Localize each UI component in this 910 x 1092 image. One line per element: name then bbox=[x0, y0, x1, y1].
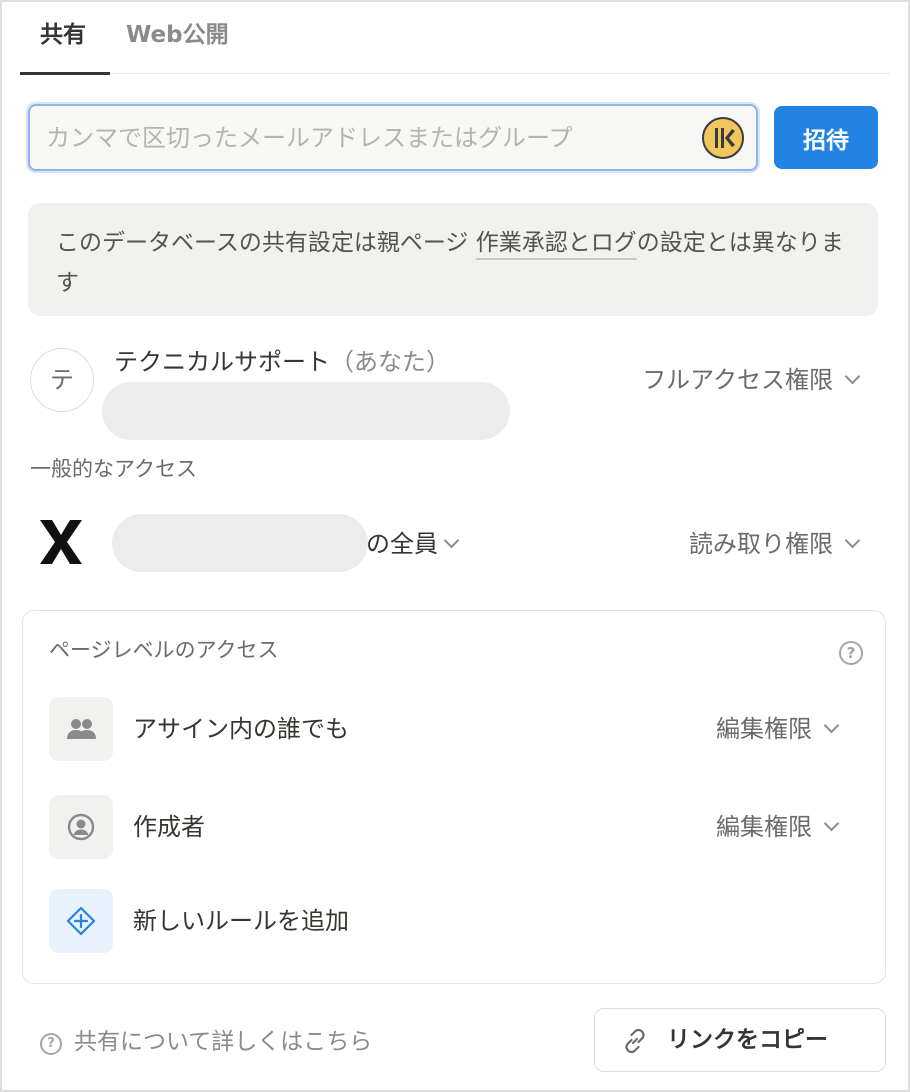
learn-more-link[interactable]: ? 共有について詳しくはこちら bbox=[40, 1024, 372, 1060]
avatar: テ bbox=[30, 348, 94, 412]
tab-share[interactable]: 共有 bbox=[20, 18, 110, 75]
chevron-down-icon bbox=[844, 532, 861, 549]
invite-button[interactable]: 招待 bbox=[774, 106, 878, 169]
workspace-suffix-label: の全員 bbox=[366, 530, 438, 558]
rule-label-creator: 作成者 bbox=[133, 813, 205, 841]
page-level-title: ページレベルのアクセス bbox=[49, 638, 279, 662]
workspace-scope-dropdown[interactable]: の全員 bbox=[366, 526, 460, 562]
tab-web-publish[interactable]: Web公開 bbox=[126, 18, 229, 74]
chevron-down-icon bbox=[823, 815, 840, 832]
member-name: テクニカルサポート（あなた） bbox=[114, 344, 450, 380]
rule-permission-label: 編集権限 bbox=[716, 715, 812, 743]
rule-label-assignees: アサイン内の誰でも bbox=[133, 715, 349, 743]
general-access-label: 一般的なアクセス bbox=[30, 457, 197, 481]
people-icon bbox=[49, 697, 113, 761]
rule-permission-label: 編集権限 bbox=[716, 813, 812, 841]
member-permission-label: フルアクセス権限 bbox=[642, 366, 833, 394]
chevron-down-icon bbox=[844, 368, 861, 385]
rule-permission-dropdown-creator[interactable]: 編集権限 bbox=[716, 809, 840, 845]
page-level-access-card: ページレベルのアクセス ? アサイン内の誰でも 編集権限 作成者 編集権限 新し… bbox=[22, 610, 886, 984]
notice-prefix: このデータベースの共有設定は親ページ bbox=[56, 230, 476, 256]
chevron-down-icon bbox=[443, 532, 460, 549]
general-permission-label: 読み取り権限 bbox=[689, 530, 833, 558]
user-circle-icon bbox=[49, 795, 113, 859]
copy-link-button[interactable]: リンクをコピー bbox=[594, 1008, 886, 1072]
general-permission-dropdown[interactable]: 読み取り権限 bbox=[689, 526, 861, 562]
rule-permission-dropdown-assignees[interactable]: 編集権限 bbox=[716, 711, 840, 747]
parent-page-link[interactable]: 作業承認とログ bbox=[476, 230, 637, 256]
help-icon: ? bbox=[40, 1033, 62, 1055]
workspace-logo-icon bbox=[38, 518, 84, 566]
inheritance-notice: このデータベースの共有設定は親ページ 作業承認とログの設定とは異なります bbox=[28, 203, 878, 316]
add-rule-icon[interactable] bbox=[49, 889, 113, 953]
invite-field[interactable] bbox=[28, 104, 758, 171]
chevron-down-icon bbox=[823, 717, 840, 734]
share-panel: 共有 Web公開 招待 このデータベースの共有設定は親ページ 作業承認とログの設… bbox=[0, 0, 910, 1092]
redacted-email bbox=[102, 382, 510, 440]
redacted-workspace-name bbox=[112, 514, 368, 572]
keeper-password-icon[interactable] bbox=[702, 117, 744, 159]
invite-input[interactable] bbox=[46, 106, 686, 169]
you-label: （あなた） bbox=[330, 348, 450, 376]
add-rule-button[interactable]: 新しいルールを追加 bbox=[133, 903, 349, 939]
member-name-text: テクニカルサポート bbox=[114, 348, 330, 376]
copy-link-label: リンクをコピー bbox=[667, 1027, 828, 1053]
help-icon[interactable]: ? bbox=[839, 641, 863, 665]
tab-bar: 共有 Web公開 bbox=[20, 2, 890, 75]
link-icon bbox=[625, 1028, 645, 1054]
learn-more-text: 共有について詳しくはこちら bbox=[74, 1029, 373, 1055]
member-permission-dropdown[interactable]: フルアクセス権限 bbox=[642, 362, 861, 398]
